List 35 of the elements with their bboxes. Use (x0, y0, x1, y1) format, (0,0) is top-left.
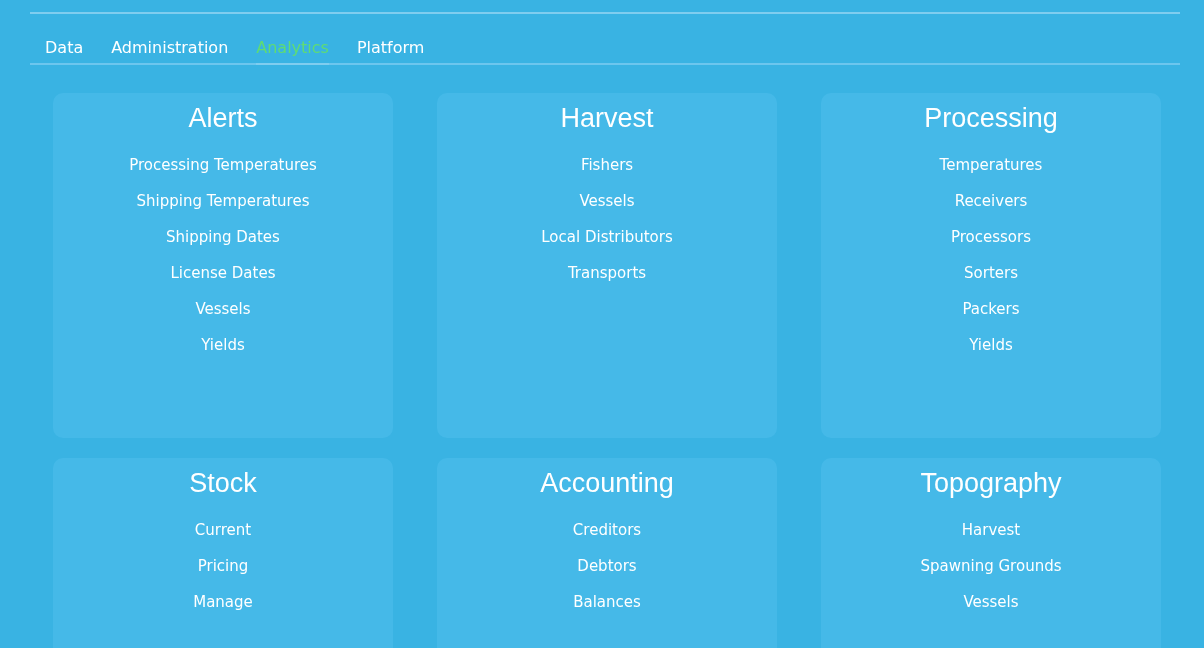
card-title: Topography (920, 468, 1062, 498)
menu-link[interactable]: Balances (573, 584, 641, 620)
menu-link[interactable]: Yields (201, 327, 245, 363)
card-title: Accounting (540, 468, 674, 498)
nav-tab[interactable]: Data (45, 34, 84, 65)
nav-tab[interactable]: Platform (356, 34, 425, 65)
menu-link[interactable]: Pricing (197, 548, 249, 584)
card-title: Stock (189, 468, 257, 498)
menu-link[interactable]: Debtors (577, 548, 637, 584)
menu-link[interactable]: Local Distributors (541, 219, 673, 255)
menu-link[interactable]: License Dates (170, 255, 276, 291)
menu-link[interactable]: Fishers (580, 147, 634, 183)
menu-link[interactable]: Yields (969, 327, 1013, 363)
menu-link[interactable]: Shipping Temperatures (136, 183, 310, 219)
menu-link[interactable]: Processors (950, 219, 1032, 255)
card-title: Harvest (560, 103, 654, 133)
menu-link[interactable]: Vessels (579, 183, 635, 219)
menu-link[interactable]: Creditors (572, 512, 642, 548)
nav-tab[interactable]: Analytics (256, 34, 329, 65)
menu-link[interactable]: Vessels (963, 584, 1019, 620)
menu-link[interactable]: Transports (567, 255, 647, 291)
menu-link[interactable]: Packers (962, 291, 1020, 327)
menu-link[interactable]: Sorters (964, 255, 1018, 291)
nav-tab[interactable]: Administration (111, 34, 229, 65)
menu-link[interactable]: Temperatures (939, 147, 1043, 183)
menu-link[interactable]: Current (194, 512, 252, 548)
card-title: Alerts (188, 103, 258, 133)
menu-link[interactable]: Manage (193, 584, 253, 620)
menu-link[interactable]: Receivers (954, 183, 1028, 219)
menu-link[interactable]: Harvest (961, 512, 1021, 548)
card-title: Processing (924, 103, 1058, 133)
menu-link[interactable]: Spawning Grounds (920, 548, 1062, 584)
menu-link[interactable]: Vessels (195, 291, 251, 327)
menu-link[interactable]: Shipping Dates (166, 219, 280, 255)
menu-link[interactable]: Processing Temperatures (129, 147, 317, 183)
